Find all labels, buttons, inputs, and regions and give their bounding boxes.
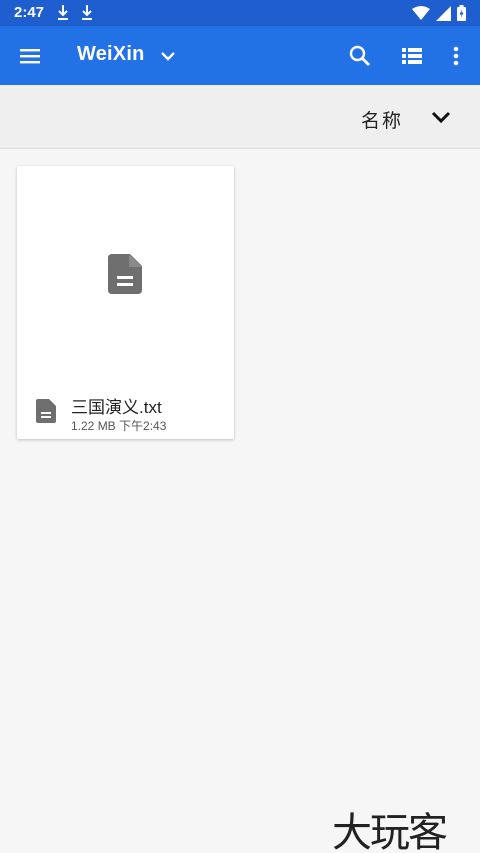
wifi-icon [412, 5, 430, 20]
watermark: 大玩客 [332, 810, 448, 853]
app-title[interactable]: WeiXin [77, 43, 145, 66]
text-file-icon [108, 254, 142, 294]
battery-icon [457, 5, 466, 21]
chevron-down-icon[interactable] [429, 105, 453, 129]
text-file-icon [36, 399, 56, 423]
menu-icon [20, 49, 40, 64]
sort-label[interactable]: 名称 [361, 106, 403, 133]
chevron-down-icon[interactable] [156, 44, 180, 68]
status-bar: 2:47 [0, 0, 480, 26]
file-meta: 1.22 MB 下午2:43 [71, 419, 167, 433]
download-icon [58, 5, 68, 20]
list-view-icon [402, 48, 422, 64]
list-view-button[interactable] [396, 40, 428, 72]
signal-icon [436, 5, 451, 21]
search-button[interactable] [344, 40, 376, 72]
download-icon [82, 5, 92, 20]
file-name: 三国演义.txt [71, 398, 162, 417]
sort-bar[interactable]: 名称 [0, 85, 480, 149]
search-icon [349, 45, 370, 66]
status-indicators [412, 5, 466, 21]
menu-button[interactable] [14, 40, 46, 72]
more-vert-icon [453, 46, 459, 66]
app-bar: WeiXin [0, 26, 480, 85]
file-card[interactable]: 三国演义.txt 1.22 MB 下午2:43 [17, 166, 234, 439]
status-time: 2:47 [14, 4, 45, 21]
more-options-button[interactable] [440, 40, 472, 72]
